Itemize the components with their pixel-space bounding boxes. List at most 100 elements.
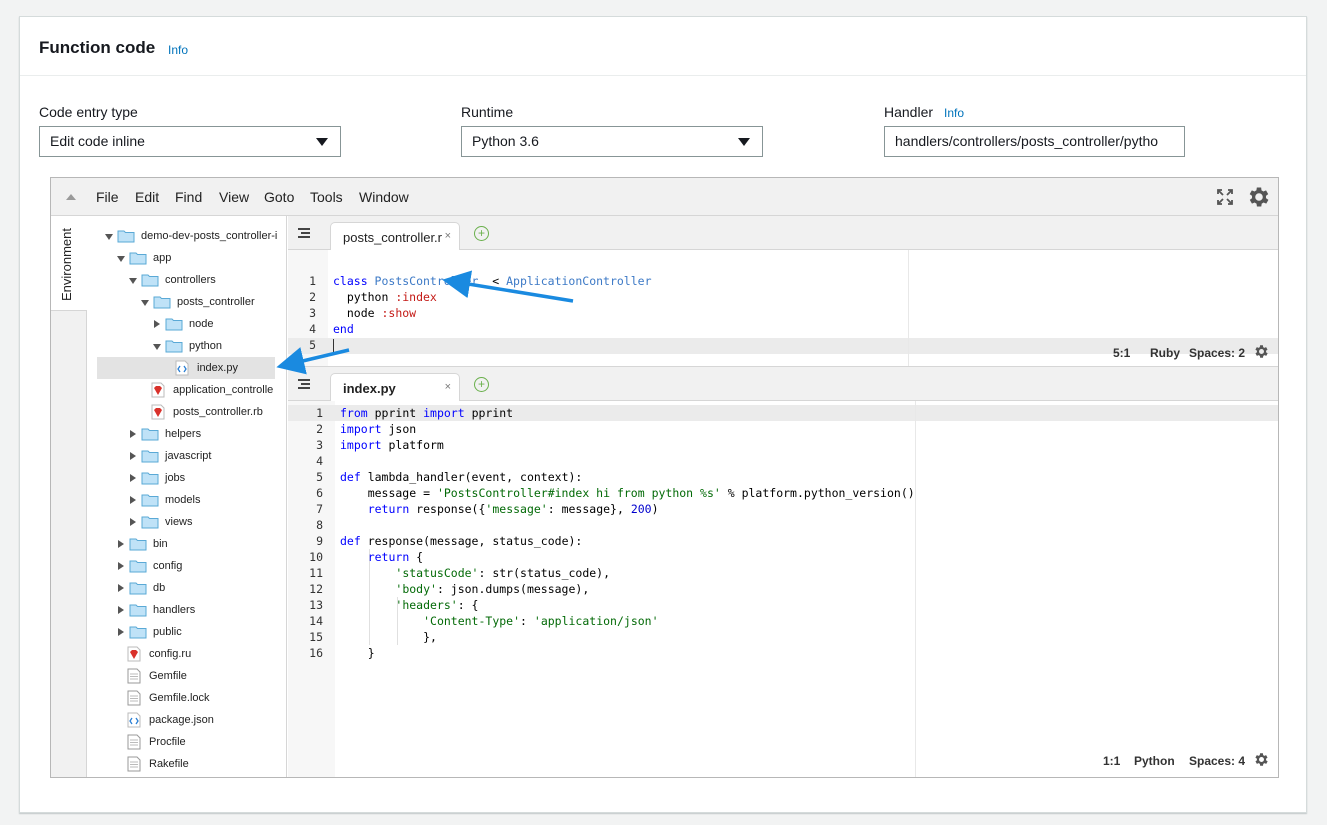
tree-item-rakefile[interactable]: Rakefile <box>87 753 286 775</box>
text-cursor <box>333 339 334 353</box>
tab-index-py[interactable]: index.py × <box>330 373 460 401</box>
chevron-right-icon[interactable] <box>118 628 124 636</box>
chevron-right-icon[interactable] <box>130 452 136 460</box>
tree-item-index-py[interactable]: index.py <box>97 357 275 379</box>
line-number: 7 <box>316 502 323 516</box>
tree-item-label: config.ru <box>149 648 192 660</box>
line-number: 3 <box>309 306 316 320</box>
status-spaces[interactable]: Spaces: 2 <box>1189 346 1245 360</box>
close-icon[interactable]: × <box>445 230 451 242</box>
tab-posts-controller[interactable]: posts_controller.r × <box>330 222 460 250</box>
tree-item-posts-controller-rb[interactable]: posts_controller.rb <box>87 401 286 423</box>
line-number: 4 <box>316 454 323 468</box>
document-icon <box>127 756 141 772</box>
chevron-right-icon[interactable] <box>118 606 124 614</box>
folder-icon <box>129 560 147 573</box>
code-line: import platform <box>340 438 444 452</box>
chevron-down-icon[interactable] <box>129 278 137 284</box>
line-number: 10 <box>309 550 323 564</box>
gear-icon[interactable] <box>1253 343 1270 360</box>
menu-file[interactable]: File <box>96 189 119 205</box>
tree-item-label: node <box>189 318 214 330</box>
menu-view[interactable]: View <box>219 189 249 205</box>
add-tab-icon[interactable]: + <box>474 226 489 241</box>
tree-item-procfile[interactable]: Procfile <box>87 731 286 753</box>
status-spaces[interactable]: Spaces: 4 <box>1189 754 1245 768</box>
print-margin <box>908 250 909 366</box>
chevron-down-icon[interactable] <box>141 300 149 306</box>
menu-edit[interactable]: Edit <box>135 189 159 205</box>
chevron-down-icon[interactable] <box>117 256 125 262</box>
status-mode[interactable]: Ruby <box>1150 346 1180 360</box>
tree-item-gemfile-lock[interactable]: Gemfile.lock <box>87 687 286 709</box>
tree-item-label: config <box>153 560 183 572</box>
chevron-down-icon[interactable] <box>153 344 161 350</box>
code-file-icon <box>127 712 141 728</box>
code-entry-value: Edit code inline <box>50 133 145 149</box>
tree-item-jobs[interactable]: jobs <box>87 467 286 489</box>
chevron-down-icon[interactable] <box>105 234 113 240</box>
code-entry-select[interactable]: Edit code inline <box>39 126 341 157</box>
tab-label: posts_controller.r <box>343 230 442 245</box>
tree-item-db[interactable]: db <box>87 577 286 599</box>
menu-find[interactable]: Find <box>175 189 202 205</box>
chevron-right-icon[interactable] <box>130 496 136 504</box>
folder-icon <box>141 274 159 287</box>
folder-icon <box>141 450 159 463</box>
collapse-menu-icon[interactable] <box>66 194 76 200</box>
tree-item-app[interactable]: app <box>87 247 286 269</box>
handler-info-link[interactable]: Info <box>944 106 964 120</box>
tree-item-posts-controller[interactable]: posts_controller <box>87 291 286 313</box>
tree-item-helpers[interactable]: helpers <box>87 423 286 445</box>
tree-item-demo-dev-posts-controller-i[interactable]: demo-dev-posts_controller-i <box>87 225 286 247</box>
tree-item-bin[interactable]: bin <box>87 533 286 555</box>
line-number: 3 <box>316 438 323 452</box>
tab-menu-icon[interactable] <box>298 228 310 238</box>
document-icon <box>127 734 141 750</box>
tree-item-package-json[interactable]: package.json <box>87 709 286 731</box>
menu-goto[interactable]: Goto <box>264 189 294 205</box>
tree-item-label: application_controlle <box>173 384 274 396</box>
tree-item-handlers[interactable]: handlers <box>87 599 286 621</box>
tree-item-public[interactable]: public <box>87 621 286 643</box>
tree-item-label: helpers <box>165 428 202 440</box>
title-info-link[interactable]: Info <box>168 43 188 57</box>
code-line: node :show <box>333 306 417 320</box>
tree-item-python[interactable]: python <box>87 335 286 357</box>
chevron-right-icon[interactable] <box>130 474 136 482</box>
tree-item-application-controlle[interactable]: application_controlle <box>87 379 286 401</box>
chevron-right-icon[interactable] <box>130 430 136 438</box>
tree-item-config-ru[interactable]: config.ru <box>87 643 286 665</box>
chevron-right-icon[interactable] <box>118 562 124 570</box>
menu-tools[interactable]: Tools <box>310 189 343 205</box>
tree-item-views[interactable]: views <box>87 511 286 533</box>
menu-window[interactable]: Window <box>359 189 409 205</box>
tree-item-controllers[interactable]: controllers <box>87 269 286 291</box>
gear-icon[interactable] <box>1246 184 1272 210</box>
status-mode[interactable]: Python <box>1134 754 1175 768</box>
add-tab-icon[interactable]: + <box>474 377 489 392</box>
chevron-right-icon[interactable] <box>118 584 124 592</box>
environment-tab[interactable]: Environment <box>51 216 87 311</box>
editor-tabbar-bottom: index.py × + <box>288 367 1278 401</box>
line-number: 13 <box>309 598 323 612</box>
tree-item-models[interactable]: models <box>87 489 286 511</box>
tree-item-javascript[interactable]: javascript <box>87 445 286 467</box>
chevron-right-icon[interactable] <box>118 540 124 548</box>
tree-item-config[interactable]: config <box>87 555 286 577</box>
tree-item-gemfile[interactable]: Gemfile <box>87 665 286 687</box>
tree-item-node[interactable]: node <box>87 313 286 335</box>
gear-icon[interactable] <box>1253 751 1270 768</box>
tree-item-label: handlers <box>153 604 196 616</box>
status-position: 1:1 <box>1103 754 1121 768</box>
runtime-select[interactable]: Python 3.6 <box>461 126 763 157</box>
handler-input[interactable]: handlers/controllers/posts_controller/py… <box>884 126 1185 157</box>
fullscreen-icon[interactable] <box>1216 188 1234 206</box>
tab-label: index.py <box>343 381 396 396</box>
chevron-right-icon[interactable] <box>130 518 136 526</box>
chevron-right-icon[interactable] <box>154 320 160 328</box>
status-position: 5:1 <box>1113 346 1131 360</box>
code-line: return { <box>367 550 424 564</box>
tab-menu-icon[interactable] <box>298 379 310 389</box>
close-icon[interactable]: × <box>445 381 451 393</box>
